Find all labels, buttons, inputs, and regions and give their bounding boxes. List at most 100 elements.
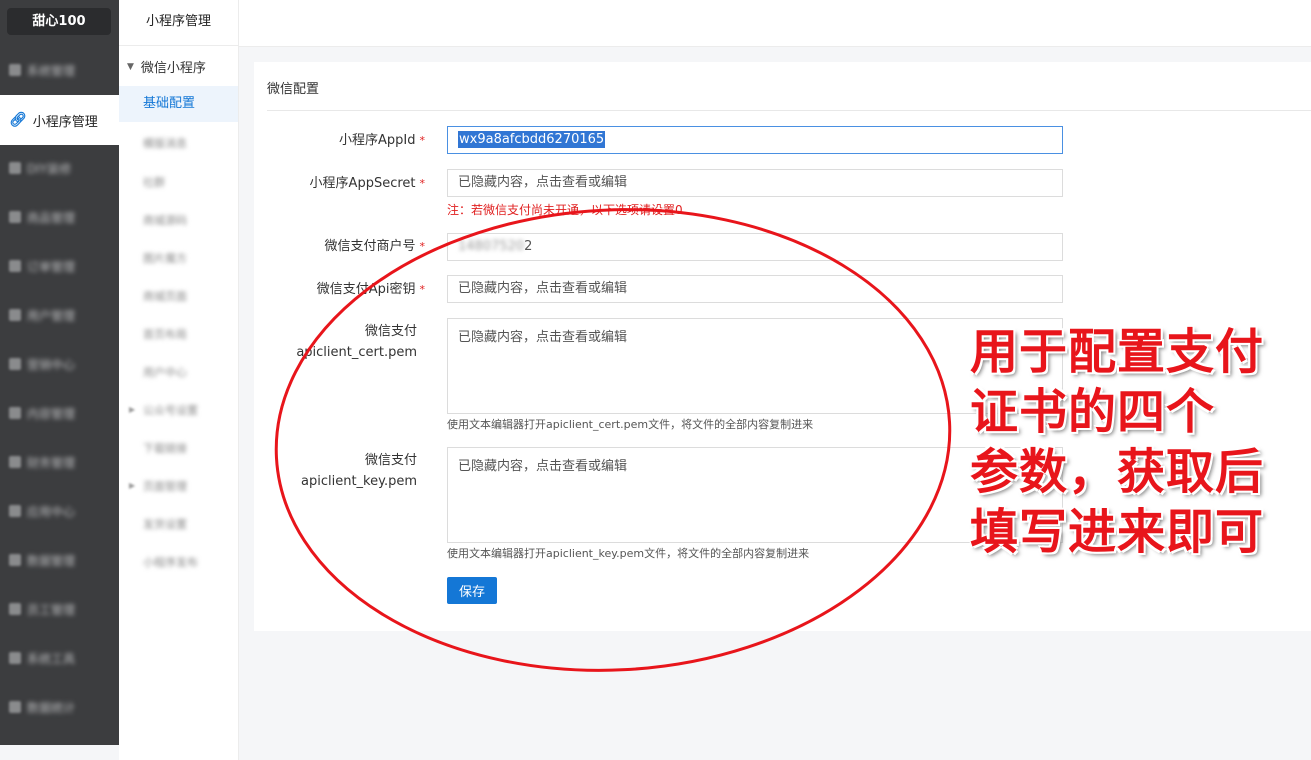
appsecret-label-text: 小程序AppSecret bbox=[309, 176, 416, 191]
sidebar-item-label: 系统管理 bbox=[27, 63, 76, 78]
merchant-id-hidden-value: 14807520 bbox=[458, 239, 525, 254]
subnav-group-wechat[interactable]: ▼ 微信小程序 bbox=[127, 57, 206, 76]
appsecret-input[interactable]: 已隐藏内容，点击查看或编辑 bbox=[447, 169, 1063, 197]
callout-line: 证书的四个 bbox=[970, 384, 1216, 440]
sidebar-item-marketing[interactable]: 营销中心 bbox=[0, 354, 119, 374]
sidebar-item-label: 系统工具 bbox=[27, 651, 76, 666]
subnav-item[interactable]: 社群 bbox=[143, 174, 165, 190]
secondary-sidebar: 小程序管理 ▼ 微信小程序 基础配置 模版消息 社群 商城源码 图片魔方 商城页… bbox=[119, 0, 239, 760]
merchant-id-tail: 2 bbox=[524, 239, 533, 254]
sidebar-item-apps[interactable]: 应用中心 bbox=[0, 501, 119, 521]
api-key-placeholder: 已隐藏内容，点击查看或编辑 bbox=[458, 281, 628, 296]
stats-icon bbox=[9, 701, 21, 713]
sidebar-item-tools[interactable]: 系统工具 bbox=[0, 648, 119, 668]
sidebar-item-content[interactable]: 内容管理 bbox=[0, 403, 119, 423]
api-key-label: 微信支付Api密钥 * bbox=[317, 279, 425, 300]
appid-label-text: 小程序AppId bbox=[339, 133, 416, 148]
subnav-group-label: 微信小程序 bbox=[140, 61, 206, 76]
appid-label: 小程序AppId * bbox=[339, 130, 425, 151]
brand-logo[interactable]: 甜心100 bbox=[7, 8, 111, 35]
sidebar-item-label: 数据统计 bbox=[27, 700, 76, 715]
warning-note: 注：若微信支付尚未开通，以下选项请设置0 bbox=[447, 203, 683, 217]
card-divider bbox=[267, 110, 1311, 111]
appid-input[interactable]: wx9a8afcbdd6270165 bbox=[447, 126, 1063, 154]
subnav-item[interactable]: 商城源码 bbox=[143, 212, 187, 228]
sidebar-item-orders[interactable]: 订单管理 bbox=[0, 256, 119, 276]
link-icon: 🔗︎ bbox=[9, 112, 27, 128]
sidebar-item-label: 营销中心 bbox=[27, 357, 76, 372]
required-mark: * bbox=[419, 240, 426, 253]
merchant-id-input[interactable]: 148075202 bbox=[447, 233, 1063, 261]
api-key-label-text: 微信支付Api密钥 bbox=[316, 282, 416, 297]
key-help-note: 使用文本编辑器打开apiclient_key.pem文件，将文件的全部内容复制进… bbox=[447, 547, 810, 560]
user-icon bbox=[9, 309, 21, 321]
subnav-item[interactable]: 公众号设置 bbox=[143, 402, 198, 418]
sidebar-item-staff[interactable]: 员工管理 bbox=[0, 599, 119, 619]
merchant-id-label: 微信支付商户号 * bbox=[324, 236, 425, 257]
cert-label: 微信支付 apiclient_cert.pem bbox=[296, 321, 417, 363]
sidebar-item-label: 商品管理 bbox=[27, 210, 76, 225]
subnav-item[interactable]: 下载链接 bbox=[143, 440, 187, 456]
subnav-item[interactable]: 首页布局 bbox=[143, 326, 187, 342]
subnav-item[interactable]: 页面管理 bbox=[143, 478, 187, 494]
subnav-item[interactable]: 商城页面 bbox=[143, 288, 187, 304]
sidebar-item-miniprogram[interactable]: 🔗︎ 小程序管理 bbox=[0, 95, 119, 145]
subnav-title: 小程序管理 bbox=[119, 0, 238, 46]
sidebar-item-label: 订单管理 bbox=[27, 259, 76, 274]
content-icon bbox=[9, 407, 21, 419]
callout-line: 填写进来即可 bbox=[970, 504, 1265, 560]
appsecret-label: 小程序AppSecret * bbox=[310, 173, 425, 194]
required-mark: * bbox=[419, 177, 426, 190]
top-header bbox=[239, 0, 1311, 47]
sidebar-item-finance[interactable]: 财务管理 bbox=[0, 452, 119, 472]
key-label-line2: apiclient_key.pem bbox=[301, 474, 417, 489]
subnav-item[interactable]: 发货设置 bbox=[143, 516, 187, 532]
required-mark: * bbox=[419, 134, 426, 147]
merchant-id-label-text: 微信支付商户号 bbox=[324, 239, 416, 254]
sidebar-item-diy[interactable]: DIY装修 bbox=[0, 158, 119, 178]
sidebar-item-label: 小程序管理 bbox=[32, 114, 98, 130]
callout-line: 参数，获取后 bbox=[970, 444, 1265, 500]
required-mark: * bbox=[419, 283, 426, 296]
key-label-line1: 微信支付 bbox=[364, 453, 417, 468]
cert-placeholder: 已隐藏内容，点击查看或编辑 bbox=[458, 330, 628, 345]
sidebar-item-label: 内容管理 bbox=[27, 406, 76, 421]
appsecret-placeholder: 已隐藏内容，点击查看或编辑 bbox=[458, 175, 628, 190]
sidebar-item-label: 财务管理 bbox=[27, 455, 76, 470]
subnav-item[interactable]: 小程序发布 bbox=[143, 554, 198, 570]
sidebar-item-label: DIY装修 bbox=[27, 161, 72, 176]
appid-value: wx9a8afcbdd6270165 bbox=[458, 131, 606, 148]
sidebar-item-goods[interactable]: 商品管理 bbox=[0, 207, 119, 227]
brush-icon bbox=[9, 162, 21, 174]
key-label: 微信支付 apiclient_key.pem bbox=[301, 450, 417, 492]
callout-line: 用于配置支付 bbox=[970, 324, 1265, 380]
subnav-item[interactable]: 用户中心 bbox=[143, 364, 187, 380]
goods-icon bbox=[9, 211, 21, 223]
subnav-item-basic-config[interactable]: 基础配置 bbox=[119, 86, 238, 122]
main-sidebar: 甜心100 系统管理 🔗︎ 小程序管理 DIY装修 商品管理 订单管理 用户管理… bbox=[0, 0, 119, 745]
sidebar-item-data[interactable]: 数据管理 bbox=[0, 550, 119, 570]
subnav-item[interactable]: 模版消息 bbox=[143, 135, 187, 151]
sidebar-item-label: 员工管理 bbox=[27, 602, 76, 617]
key-placeholder: 已隐藏内容，点击查看或编辑 bbox=[458, 459, 628, 474]
order-icon bbox=[9, 260, 21, 272]
save-button[interactable]: 保存 bbox=[447, 577, 497, 604]
cert-help-note: 使用文本编辑器打开apiclient_cert.pem文件，将文件的全部内容复制… bbox=[447, 418, 814, 431]
marketing-icon bbox=[9, 358, 21, 370]
annotation-callout: 用于配置支付 证书的四个 参数，获取后 填写进来即可 bbox=[970, 322, 1290, 562]
finance-icon bbox=[9, 456, 21, 468]
cert-label-line1: 微信支付 bbox=[364, 324, 417, 339]
caret-right-icon: ▶ bbox=[129, 481, 136, 490]
sidebar-item-label: 数据管理 bbox=[27, 553, 76, 568]
tool-icon bbox=[9, 652, 21, 664]
subnav-item[interactable]: 图片魔方 bbox=[143, 250, 187, 266]
cert-label-line2: apiclient_cert.pem bbox=[296, 345, 417, 360]
api-key-input[interactable]: 已隐藏内容，点击查看或编辑 bbox=[447, 275, 1063, 303]
sidebar-item-users[interactable]: 用户管理 bbox=[0, 305, 119, 325]
sidebar-item-stats[interactable]: 数据统计 bbox=[0, 697, 119, 717]
staff-icon bbox=[9, 603, 21, 615]
caret-right-icon: ▶ bbox=[129, 405, 136, 414]
sidebar-item-label: 应用中心 bbox=[27, 504, 76, 519]
home-icon bbox=[9, 64, 21, 76]
sidebar-item-system[interactable]: 系统管理 bbox=[0, 60, 119, 80]
